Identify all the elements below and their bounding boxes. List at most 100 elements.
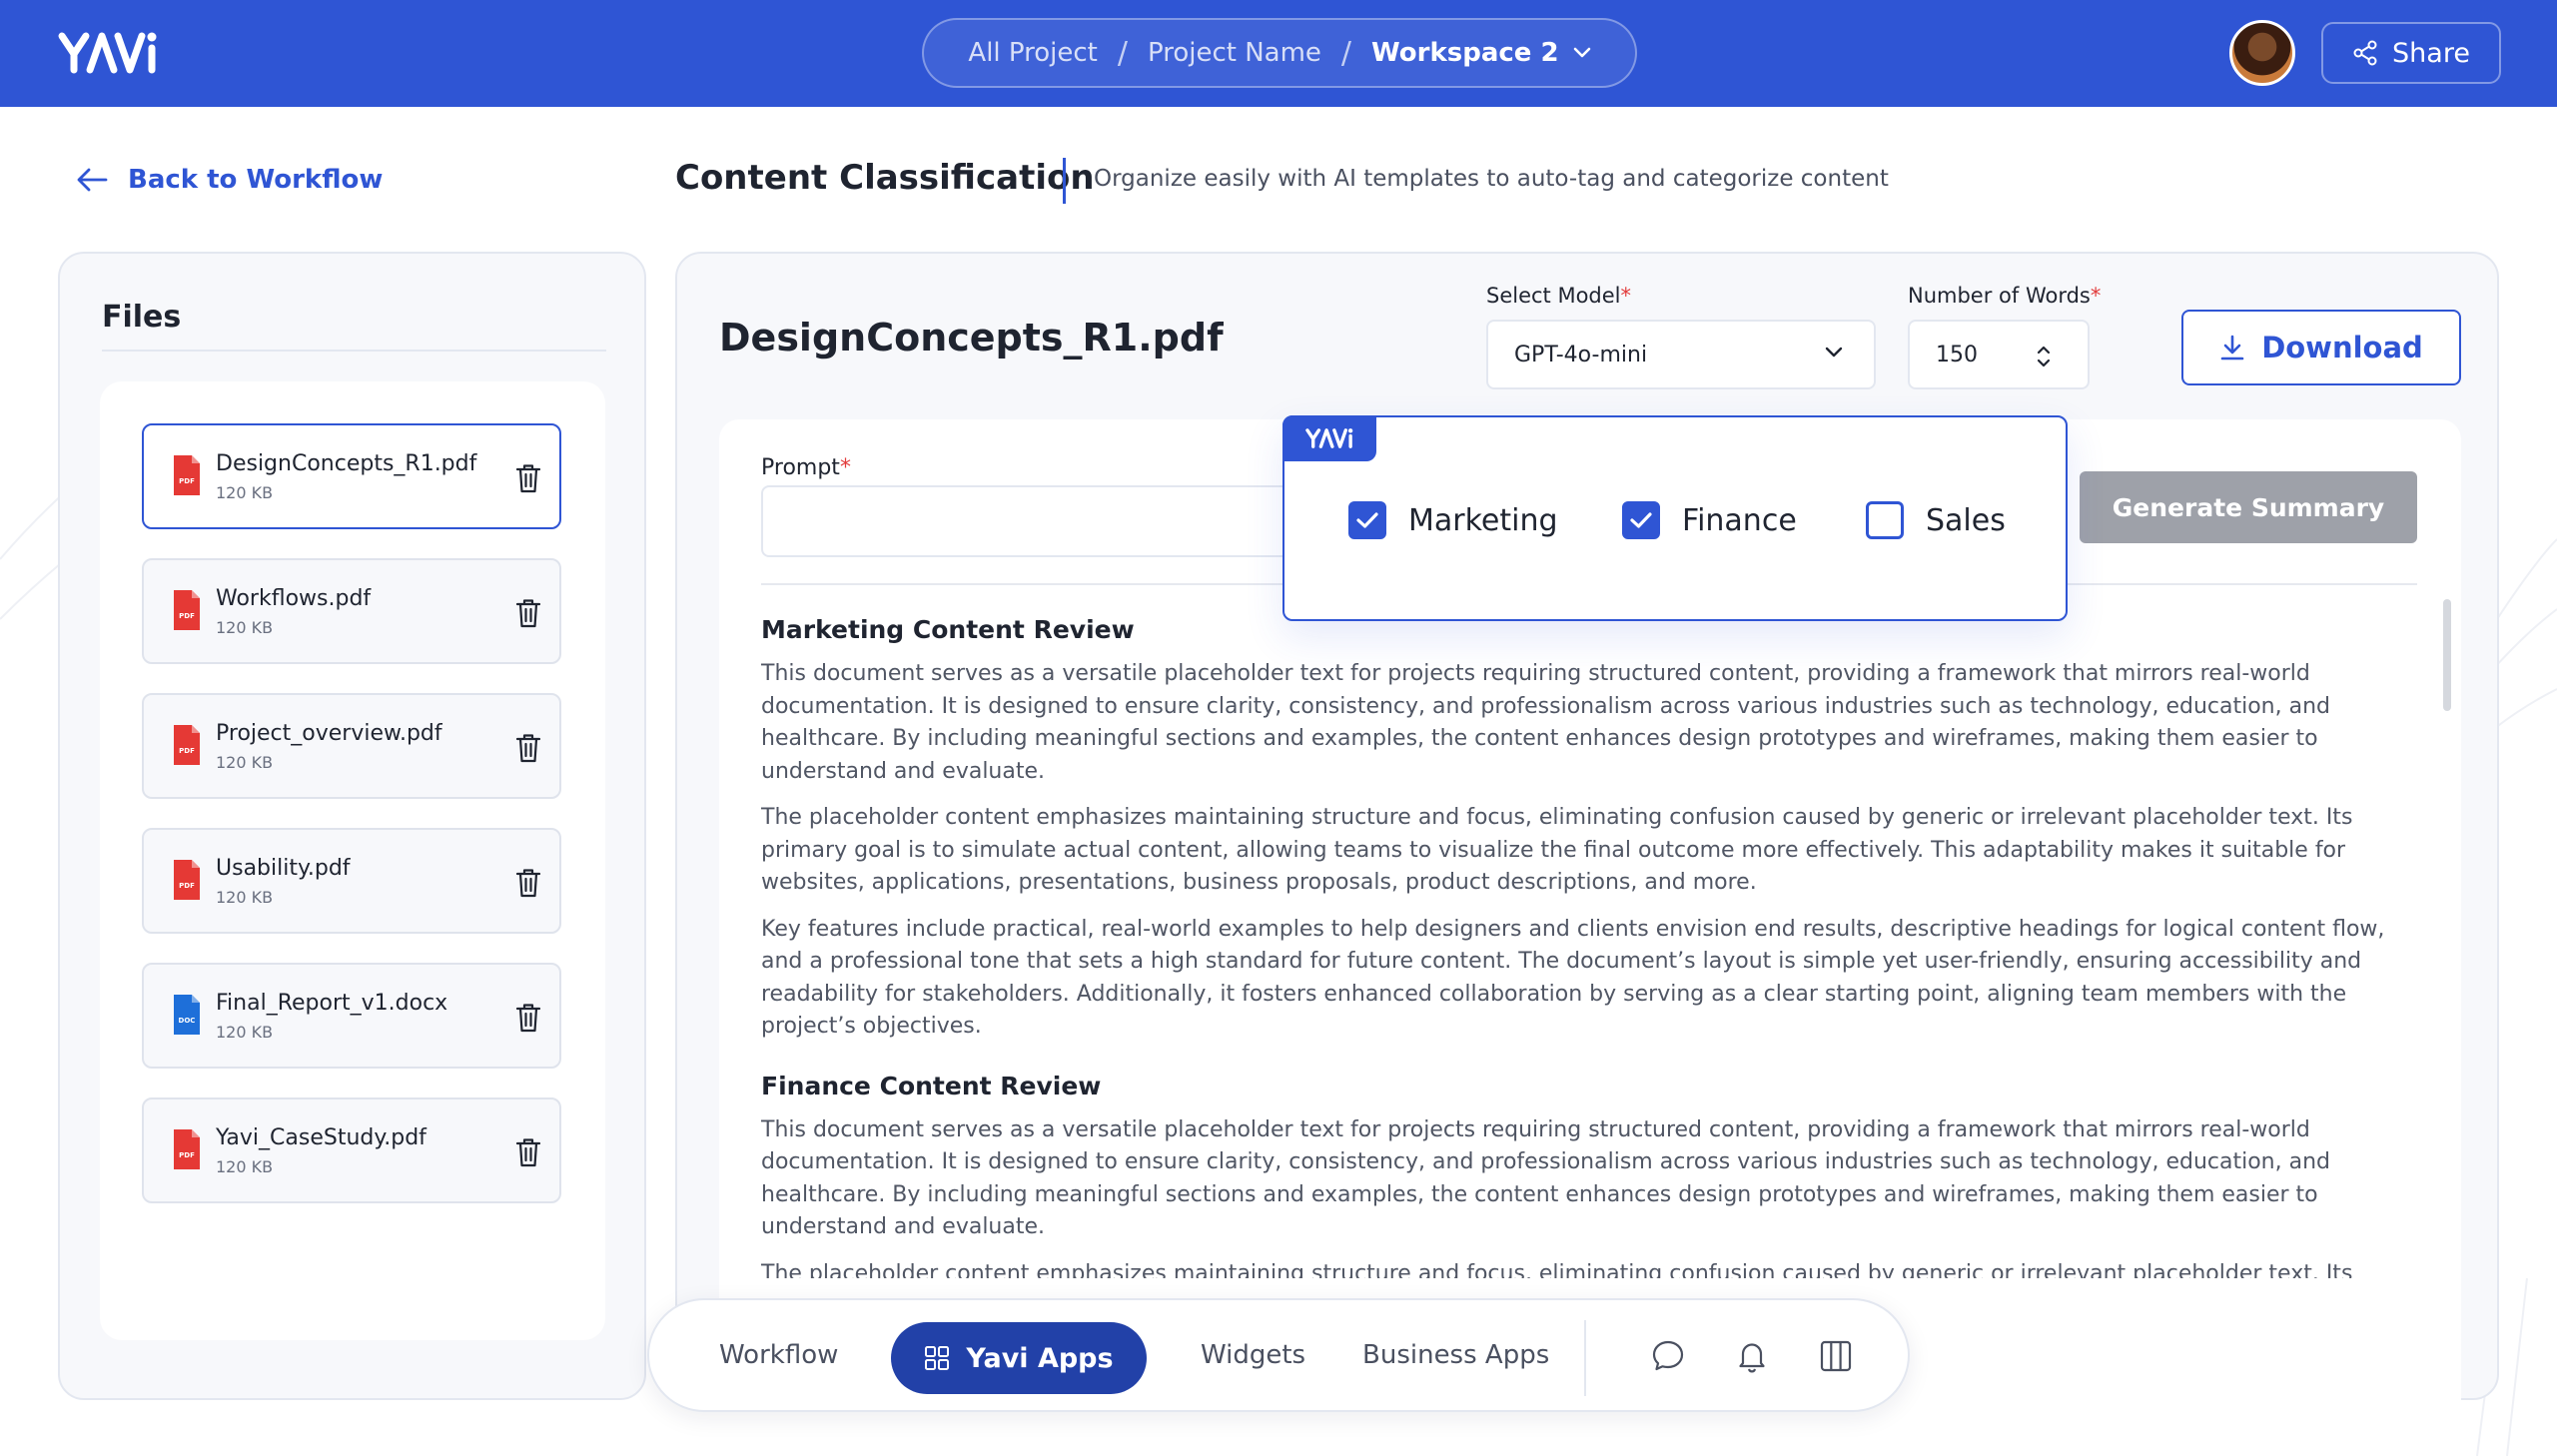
checkbox-checked[interactable] bbox=[1622, 501, 1660, 539]
file-name: Usability.pdf bbox=[216, 856, 351, 881]
category-finance[interactable]: Finance bbox=[1622, 501, 1797, 539]
files-title: Files bbox=[102, 300, 182, 335]
download-label: Download bbox=[2261, 331, 2423, 364]
trash-icon[interactable] bbox=[515, 1003, 541, 1033]
back-to-workflow-link[interactable]: Back to Workflow bbox=[76, 160, 383, 200]
section-paragraph: This document serves as a versatile plac… bbox=[761, 661, 2331, 784]
file-name: Project_overview.pdf bbox=[216, 721, 442, 746]
columns-icon[interactable] bbox=[1818, 1338, 1854, 1374]
model-select-value: GPT-4o-mini bbox=[1514, 342, 1648, 367]
svg-text:PDF: PDF bbox=[179, 1151, 195, 1159]
chevron-down-icon bbox=[1825, 347, 1843, 358]
prompt-label: Prompt* bbox=[761, 455, 851, 480]
category-marketing[interactable]: Marketing bbox=[1348, 501, 1558, 539]
file-item[interactable]: PDF Workflows.pdf 120 KB bbox=[142, 558, 561, 664]
trash-icon[interactable] bbox=[515, 598, 541, 628]
file-item[interactable]: PDF DesignConcepts_R1.pdf 120 KB bbox=[142, 423, 561, 529]
breadcrumb: All Project / Project Name / Workspace 2 bbox=[922, 18, 1637, 88]
scrollbar[interactable] bbox=[2443, 599, 2451, 711]
files-panel: Files PDF DesignConcepts_R1.pdf 120 KB PDF W… bbox=[58, 252, 646, 1400]
number-of-words-stepper[interactable]: 150 bbox=[1908, 320, 2090, 389]
download-icon bbox=[2220, 335, 2244, 361]
nav-workflow[interactable]: Workflow bbox=[719, 1340, 838, 1370]
file-name: DesignConcepts_R1.pdf bbox=[216, 451, 477, 476]
document-title: DesignConcepts_R1.pdf bbox=[719, 316, 1224, 360]
svg-text:PDF: PDF bbox=[179, 477, 195, 485]
trash-icon[interactable] bbox=[515, 868, 541, 898]
file-size: 120 KB bbox=[216, 483, 274, 502]
trash-icon[interactable] bbox=[515, 733, 541, 763]
trash-icon[interactable] bbox=[515, 463, 541, 493]
nav-yavi-apps-label: Yavi Apps bbox=[966, 1342, 1114, 1374]
summary-content: Marketing Content Review This document se… bbox=[761, 615, 2419, 1278]
section-paragraph: The placeholder content emphasizes maint… bbox=[761, 1260, 2353, 1279]
share-button[interactable]: Share bbox=[2321, 22, 2501, 84]
yavi-tag bbox=[1282, 415, 1376, 461]
model-select[interactable]: GPT-4o-mini bbox=[1486, 320, 1876, 389]
avatar[interactable] bbox=[2229, 20, 2295, 86]
file-size: 120 KB bbox=[216, 753, 274, 772]
files-list: PDF DesignConcepts_R1.pdf 120 KB PDF Workflo… bbox=[100, 381, 605, 1340]
title-divider bbox=[1063, 158, 1066, 204]
section-heading: Finance Content Review bbox=[761, 1071, 1102, 1100]
category-label: Finance bbox=[1682, 502, 1797, 538]
file-name: Yavi_CaseStudy.pdf bbox=[216, 1125, 426, 1150]
number-of-words-label: Number of Words* bbox=[1908, 284, 2102, 308]
top-bar: All Project / Project Name / Workspace 2… bbox=[0, 0, 2557, 107]
file-name: Workflows.pdf bbox=[216, 586, 372, 611]
select-model-label: Select Model* bbox=[1486, 284, 1632, 308]
nav-divider bbox=[1584, 1320, 1586, 1396]
generate-summary-button[interactable]: Generate Summary bbox=[2080, 471, 2417, 543]
breadcrumb-separator: / bbox=[1340, 35, 1352, 71]
file-size: 120 KB bbox=[216, 1157, 274, 1176]
yavi-logo bbox=[1305, 428, 1353, 448]
back-label: Back to Workflow bbox=[128, 165, 384, 195]
category-label: Marketing bbox=[1408, 502, 1558, 538]
category-sales[interactable]: Sales bbox=[1866, 501, 2006, 539]
svg-text:PDF: PDF bbox=[179, 882, 195, 890]
page-subtitle: Organize easily with AI templates to aut… bbox=[1094, 166, 1889, 192]
file-name: Final_Report_v1.docx bbox=[216, 991, 448, 1016]
section-paragraph: The placeholder content emphasizes maint… bbox=[761, 805, 2353, 895]
classification-popover: Marketing Finance Sales bbox=[1282, 415, 2068, 621]
pdf-file-icon: PDF bbox=[174, 455, 200, 495]
check-icon bbox=[1630, 512, 1652, 528]
section-paragraph: Key features include practical, real-wor… bbox=[761, 916, 2385, 1040]
file-item[interactable]: PDF Usability.pdf 120 KB bbox=[142, 828, 561, 934]
chat-icon[interactable] bbox=[1650, 1338, 1686, 1374]
stepper-arrows-icon[interactable] bbox=[2036, 344, 2052, 369]
file-size: 120 KB bbox=[216, 888, 274, 907]
share-icon bbox=[2353, 40, 2377, 66]
nav-yavi-apps[interactable]: Yavi Apps bbox=[891, 1322, 1147, 1394]
file-size: 120 KB bbox=[216, 618, 274, 637]
yavi-logo[interactable] bbox=[56, 28, 160, 78]
trash-icon[interactable] bbox=[515, 1137, 541, 1167]
checkbox-checked[interactable] bbox=[1348, 501, 1386, 539]
file-item[interactable]: PDF Yavi_CaseStudy.pdf 120 KB bbox=[142, 1097, 561, 1203]
arrow-left-icon bbox=[77, 168, 108, 192]
chevron-down-icon bbox=[1573, 47, 1590, 58]
doc-file-icon: DOC bbox=[174, 995, 200, 1035]
file-item[interactable]: PDF Project_overview.pdf 120 KB bbox=[142, 693, 561, 799]
pdf-file-icon: PDF bbox=[174, 590, 200, 630]
apps-grid-icon bbox=[925, 1346, 950, 1370]
bell-icon[interactable] bbox=[1734, 1338, 1770, 1374]
check-icon bbox=[1356, 512, 1378, 528]
page-title: Content Classification bbox=[675, 158, 1095, 198]
breadcrumb-all-project[interactable]: All Project bbox=[948, 38, 1117, 68]
file-size: 120 KB bbox=[216, 1023, 274, 1042]
file-item[interactable]: DOC Final_Report_v1.docx 120 KB bbox=[142, 963, 561, 1069]
svg-text:DOC: DOC bbox=[179, 1017, 196, 1025]
pdf-file-icon: PDF bbox=[174, 1129, 200, 1169]
pdf-file-icon: PDF bbox=[174, 725, 200, 765]
category-label: Sales bbox=[1926, 502, 2006, 538]
nav-business-apps[interactable]: Business Apps bbox=[1362, 1340, 1549, 1370]
download-button[interactable]: Download bbox=[2181, 310, 2461, 385]
pdf-file-icon: PDF bbox=[174, 860, 200, 900]
workspace-dropdown[interactable]: Workspace 2 bbox=[1351, 38, 1611, 68]
svg-text:PDF: PDF bbox=[179, 612, 195, 620]
bottom-nav: Workflow Yavi Apps Widgets Business Apps bbox=[647, 1298, 1910, 1412]
nav-widgets[interactable]: Widgets bbox=[1201, 1340, 1305, 1370]
checkbox-unchecked[interactable] bbox=[1866, 501, 1904, 539]
breadcrumb-project-name[interactable]: Project Name bbox=[1128, 38, 1341, 68]
